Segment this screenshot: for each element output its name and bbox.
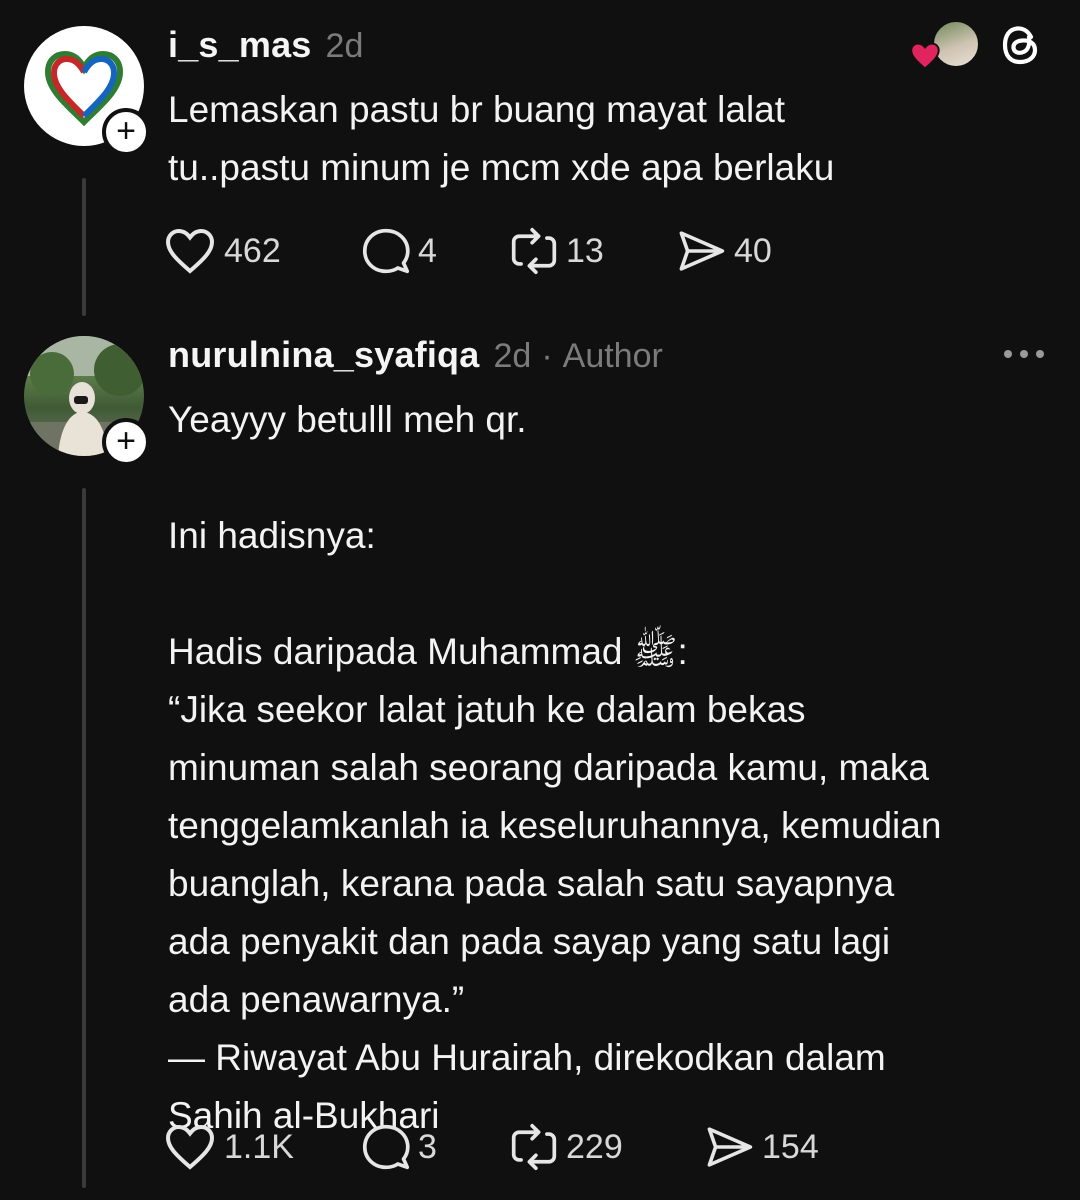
- timestamp: 2d: [325, 27, 364, 65]
- follow-plus-button[interactable]: +: [102, 418, 150, 466]
- reply-count: 3: [418, 1127, 437, 1166]
- repost-count: 229: [566, 1127, 623, 1166]
- reply-count: 4: [418, 231, 437, 270]
- dot: [1036, 350, 1044, 358]
- post-nurulnina-syafiqa: + nurulnina_syafiqa 2d · Author Yeayyy b…: [0, 320, 1080, 1200]
- post-actions: 1.1K 3 229 154: [164, 1122, 819, 1172]
- meta-separator: ·: [541, 337, 553, 375]
- timestamp: 2d: [493, 337, 532, 375]
- send-icon: [679, 231, 725, 271]
- comment-icon: [362, 228, 410, 274]
- heart-outline-icon: [165, 1124, 215, 1170]
- like-count: 1.1K: [224, 1127, 294, 1166]
- share-button[interactable]: 40: [676, 226, 772, 276]
- username[interactable]: nurulnina_syafiqa: [168, 334, 479, 376]
- post-header: nurulnina_syafiqa 2d · Author: [168, 334, 663, 376]
- liked-by-indicator[interactable]: [908, 20, 980, 70]
- author-badge: Author: [562, 337, 663, 375]
- post-header: i_s_mas 2d: [168, 24, 363, 66]
- username[interactable]: i_s_mas: [168, 24, 312, 66]
- send-icon: [707, 1127, 753, 1167]
- repost-button[interactable]: 13: [510, 226, 676, 276]
- share-count: 154: [762, 1127, 819, 1166]
- repost-button[interactable]: 229: [510, 1122, 704, 1172]
- thread-connector-line: [82, 178, 86, 316]
- follow-plus-button[interactable]: +: [102, 108, 150, 156]
- repost-count: 13: [566, 231, 604, 270]
- post-i-s-mas: + i_s_mas 2d Lemaskan pastu br buang may…: [0, 0, 1080, 320]
- dot: [1020, 350, 1028, 358]
- post-text: Yeayyy betulll meh qr. Ini hadisnya: Had…: [168, 399, 942, 1136]
- like-button[interactable]: 462: [164, 226, 362, 276]
- repost-icon: [511, 1123, 557, 1171]
- heart-outline-icon: [165, 228, 215, 274]
- share-button[interactable]: 154: [704, 1122, 819, 1172]
- reply-button[interactable]: 3: [362, 1122, 510, 1172]
- post-actions: 462 4 13 40: [164, 226, 772, 276]
- like-count: 462: [224, 231, 281, 270]
- dot: [1004, 350, 1012, 358]
- heart-icon: [910, 42, 940, 70]
- like-button[interactable]: 1.1K: [164, 1122, 362, 1172]
- more-options-icon[interactable]: [1004, 350, 1044, 358]
- reply-button[interactable]: 4: [362, 226, 510, 276]
- thread-connector-line: [82, 488, 86, 1188]
- repost-icon: [511, 227, 557, 275]
- share-count: 40: [734, 231, 772, 270]
- threads-logo-icon[interactable]: [998, 22, 1044, 68]
- comment-icon: [362, 1124, 410, 1170]
- post-text: Lemaskan pastu br buang mayat lalat tu..…: [168, 89, 835, 188]
